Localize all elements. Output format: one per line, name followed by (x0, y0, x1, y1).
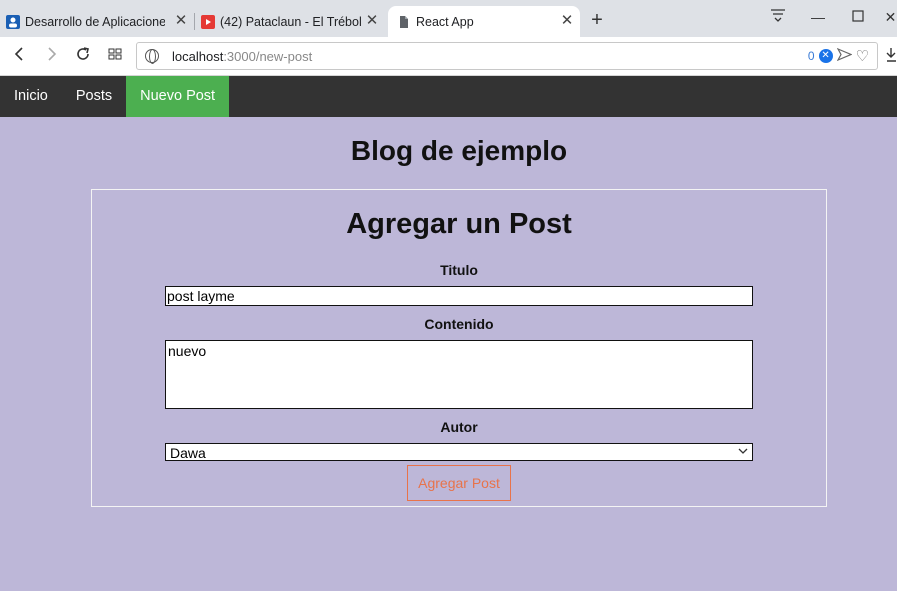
url-text: localhost:3000/new-post (172, 49, 312, 64)
browser-tab-title: React App (416, 14, 474, 29)
url-path: :3000/new-post (223, 49, 313, 64)
nav-item-posts[interactable]: Posts (62, 76, 126, 117)
contenido-textarea[interactable]: nuevo (165, 340, 753, 409)
download-icon[interactable] (886, 47, 897, 67)
close-icon[interactable]: ✕ (174, 13, 188, 28)
browser-tab-title: (42) Pataclaun - El Trébol de (220, 14, 362, 29)
url-host: localhost (172, 49, 224, 64)
titulo-label: Titulo (440, 262, 478, 278)
page-title: Blog de ejemplo (350, 135, 568, 166)
window-close-icon[interactable]: ✕ (884, 8, 897, 26)
globe-icon (145, 49, 159, 64)
youtube-icon (201, 14, 215, 29)
user-icon (6, 14, 20, 29)
nav-item-nuevo-post[interactable]: Nuevo Post (126, 76, 230, 117)
reload-icon[interactable] (73, 46, 93, 66)
agregar-post-button[interactable]: Agregar Post (407, 465, 511, 501)
document-icon (397, 15, 411, 29)
nav-item-inicio[interactable]: Inicio (0, 76, 62, 117)
browser-tab-title: Desarrollo de Aplicaciones (25, 14, 165, 29)
tab-search-icon[interactable] (766, 8, 790, 26)
new-tab-plus-icon[interactable]: + (587, 10, 607, 30)
forward-icon[interactable] (41, 46, 61, 66)
titulo-input[interactable] (165, 286, 753, 306)
form-heading: Agregar un Post (346, 208, 572, 240)
heart-icon[interactable]: ♡ (856, 47, 869, 65)
autor-select[interactable]: Dawa (165, 443, 753, 461)
close-icon[interactable]: ✕ (560, 13, 574, 28)
new-post-form-card: Agregar un Post Titulo Contenido nuevo A… (91, 189, 827, 507)
close-icon[interactable]: ✕ (365, 13, 379, 28)
chevron-down-icon (738, 446, 748, 459)
shield-icon[interactable]: ✕ (818, 49, 833, 63)
autor-label: Autor (440, 419, 478, 435)
autor-selected-value: Dawa (170, 445, 206, 461)
minimize-icon[interactable]: — (806, 8, 830, 26)
blocked-counter: 0 (807, 49, 815, 63)
back-icon[interactable] (10, 46, 30, 66)
maximize-icon[interactable] (846, 8, 870, 26)
contenido-label: Contenido (424, 316, 494, 332)
send-icon[interactable] (836, 47, 853, 65)
app-navbar: Inicio Posts Nuevo Post (0, 76, 897, 117)
browser-toolbar: localhost:3000/new-post 0 ✕ ♡ (0, 37, 897, 76)
tab-separator (194, 13, 195, 30)
address-bar[interactable]: localhost:3000/new-post 0 ✕ ♡ (136, 42, 878, 70)
address-actions: 0 ✕ ♡ (808, 47, 869, 65)
browser-tab-desarrollo[interactable]: Desarrollo de Aplicaciones ✕ (6, 6, 194, 37)
browser-tab-strip: Desarrollo de Aplicaciones ✕ (42) Patacl… (0, 0, 897, 37)
browser-tab-pataclaun[interactable]: (42) Pataclaun - El Trébol de ✕ (201, 6, 385, 37)
browser-tab-react-app[interactable]: React App ✕ (388, 6, 580, 37)
tiles-icon[interactable] (105, 46, 125, 66)
